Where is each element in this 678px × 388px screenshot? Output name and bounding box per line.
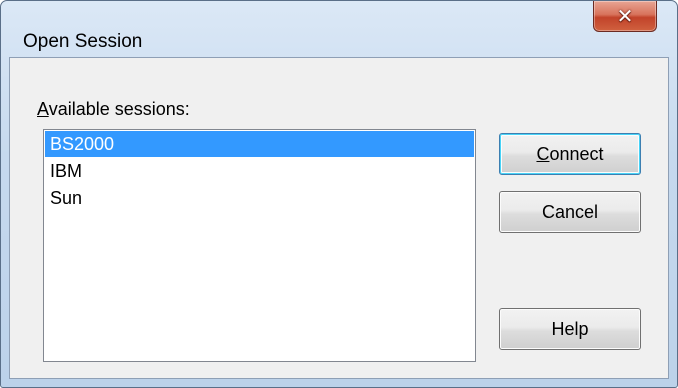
available-sessions-label-text: vailable sessions:: [48, 99, 190, 119]
connect-button[interactable]: Connect: [499, 133, 641, 175]
connect-button-accelerator: C: [536, 143, 550, 164]
available-sessions-label-accelerator: A: [37, 99, 49, 119]
close-icon: ✕: [616, 4, 634, 28]
session-item-sun[interactable]: Sun: [45, 185, 474, 211]
title-bar[interactable]: Open Session ✕: [1, 1, 677, 57]
open-session-dialog: Open Session ✕ Available sessions: BS200…: [0, 0, 678, 388]
session-item-ibm[interactable]: IBM: [45, 158, 474, 184]
close-button[interactable]: ✕: [593, 1, 657, 32]
available-sessions-label: Available sessions:: [37, 99, 190, 120]
help-button[interactable]: Help: [499, 308, 641, 350]
connect-button-label: onnect: [549, 143, 604, 164]
window-title: Open Session: [23, 31, 143, 52]
cancel-button[interactable]: Cancel: [499, 191, 641, 233]
sessions-listbox[interactable]: BS2000 IBM Sun: [43, 129, 476, 362]
dialog-client-area: Available sessions: BS2000 IBM Sun Conne…: [9, 57, 669, 379]
session-item-bs2000[interactable]: BS2000: [45, 131, 474, 157]
